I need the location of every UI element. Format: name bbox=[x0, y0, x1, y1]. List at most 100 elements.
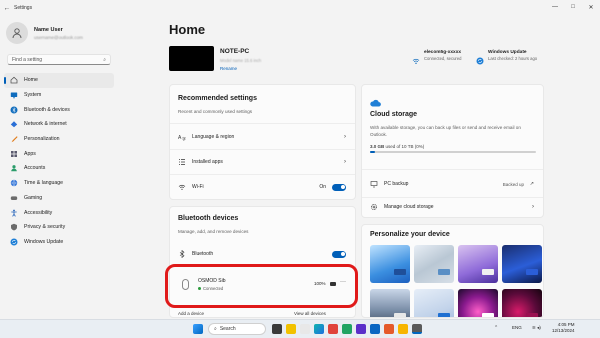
cloud-icon bbox=[370, 94, 381, 112]
sidebar-item-gaming[interactable]: Gaming bbox=[4, 191, 114, 206]
sidebar-item-personalization[interactable]: Personalization bbox=[4, 132, 114, 147]
user-profile[interactable]: Name User username@outlook.com bbox=[6, 22, 83, 44]
sidebar-item-label: Apps bbox=[24, 150, 36, 157]
svg-text:字: 字 bbox=[182, 136, 186, 142]
theme-thumbnail[interactable] bbox=[414, 289, 454, 317]
backup-icon bbox=[370, 180, 378, 188]
highlight-annotation bbox=[165, 264, 358, 308]
divider bbox=[170, 149, 355, 150]
title-bar: ← Settings bbox=[0, 0, 600, 16]
sidebar-item-label: System bbox=[24, 92, 42, 99]
sidebar-item-label: Accessibility bbox=[24, 209, 53, 216]
external-link-icon: ↗ bbox=[529, 181, 534, 187]
window-controls: — □ ✕ bbox=[546, 0, 600, 14]
chevron-right-icon: › bbox=[344, 159, 346, 165]
app-icon[interactable] bbox=[342, 324, 352, 334]
cloud-usage-bar bbox=[370, 151, 536, 153]
language-region-label: Language & region bbox=[192, 134, 235, 140]
manage-cloud-row[interactable]: Manage cloud storage › bbox=[370, 198, 538, 216]
teams-icon[interactable] bbox=[356, 324, 366, 334]
theme-thumbnail[interactable] bbox=[502, 289, 542, 317]
system-icon bbox=[10, 91, 18, 99]
page-title: Home bbox=[169, 22, 206, 37]
tray-chevron-icon[interactable]: ⌃ bbox=[494, 325, 498, 331]
wifi-toggle[interactable] bbox=[332, 183, 346, 191]
network-icon bbox=[10, 120, 18, 128]
sidebar-item-privacy-security[interactable]: Privacy & security bbox=[4, 220, 114, 235]
task-view-icon[interactable] bbox=[272, 324, 282, 334]
clock-time: 4:05 PM bbox=[557, 322, 575, 327]
sidebar-item-apps[interactable]: Apps bbox=[4, 146, 114, 161]
widgets-icon[interactable] bbox=[300, 324, 310, 334]
app-icon[interactable] bbox=[328, 324, 338, 334]
chevron-right-icon: › bbox=[532, 204, 534, 210]
accessibility-icon bbox=[10, 209, 18, 217]
sidebar-item-home[interactable]: Home bbox=[4, 73, 114, 88]
outlook-icon[interactable] bbox=[370, 324, 380, 334]
sidebar-item-label: Personalization bbox=[24, 136, 60, 143]
theme-thumbnail[interactable] bbox=[414, 245, 454, 283]
cloud-usage-amount: 3.0 GB bbox=[370, 144, 385, 149]
wifi-icon bbox=[412, 52, 420, 64]
settings-taskbar-icon[interactable] bbox=[412, 324, 422, 334]
recommended-settings-card: Recommended settings Recent and commonly… bbox=[169, 84, 356, 200]
store-icon[interactable] bbox=[398, 324, 408, 334]
cloud-usage-detail: used of 10 TB (0%) bbox=[385, 144, 425, 149]
personalize-card: Personalize your device bbox=[361, 224, 544, 318]
taskbar-search[interactable]: ⌕ Search bbox=[208, 323, 266, 335]
home-icon bbox=[10, 76, 18, 84]
minimize-button[interactable]: — bbox=[546, 0, 564, 14]
sidebar-item-label: Gaming bbox=[24, 194, 43, 201]
search-input[interactable] bbox=[12, 56, 104, 63]
gaming-icon bbox=[10, 194, 18, 202]
theme-thumbnail[interactable] bbox=[502, 245, 542, 283]
sidebar-item-bluetooth-devices[interactable]: Bluetooth & devices bbox=[4, 102, 114, 117]
cloud-usage-fill bbox=[370, 151, 375, 153]
back-button[interactable]: ← bbox=[0, 5, 14, 12]
office-icon[interactable] bbox=[384, 324, 394, 334]
wifi-status[interactable]: elecom5g-xxxxx Connected, secured bbox=[412, 50, 462, 64]
clock[interactable]: 4:05 PM 12/13/2024 bbox=[552, 322, 575, 334]
sidebar: Name User username@outlook.com ⌕ Home Sys… bbox=[0, 16, 122, 318]
taskbar-search-label: Search bbox=[219, 326, 236, 332]
maximize-button[interactable]: □ bbox=[564, 0, 582, 14]
user-name: Name User bbox=[34, 26, 63, 33]
language-region-row[interactable]: A字 Language & region › bbox=[178, 128, 350, 146]
view-devices-partial[interactable]: View all devices bbox=[294, 311, 326, 316]
sidebar-item-label: Network & internet bbox=[24, 121, 67, 128]
wifi-toggle-state: On bbox=[319, 184, 326, 190]
file-explorer-icon[interactable] bbox=[286, 324, 296, 334]
edge-icon[interactable] bbox=[314, 324, 324, 334]
shield-icon bbox=[10, 223, 18, 231]
language-indicator[interactable]: ENG bbox=[512, 325, 522, 330]
sidebar-item-label: Privacy & security bbox=[24, 224, 66, 231]
theme-thumbnail[interactable] bbox=[458, 245, 498, 283]
sidebar-item-windows-update[interactable]: Windows Update bbox=[4, 235, 114, 250]
bluetooth-toggle[interactable] bbox=[332, 250, 346, 258]
theme-thumbnail[interactable] bbox=[458, 289, 498, 317]
theme-thumbnail[interactable] bbox=[370, 289, 410, 317]
sidebar-item-accounts[interactable]: Accounts bbox=[4, 161, 114, 176]
wifi-tray-icon[interactable]: ≋ ◂) bbox=[532, 325, 541, 331]
wifi-network-name: elecom5g-xxxxx bbox=[424, 50, 462, 55]
pc-backup-row[interactable]: PC backup Backed up ↗ bbox=[370, 175, 538, 193]
update-status[interactable]: Windows Update Last checked: 2 hours ago bbox=[476, 50, 537, 65]
sidebar-item-network-internet[interactable]: Network & internet bbox=[4, 117, 114, 132]
wifi-row[interactable]: Wi-Fi On bbox=[178, 178, 350, 196]
settings-search[interactable]: ⌕ bbox=[7, 54, 111, 65]
theme-thumbnail[interactable] bbox=[370, 245, 410, 283]
sidebar-item-label: Home bbox=[24, 77, 38, 84]
search-icon: ⌕ bbox=[214, 326, 217, 332]
globe-icon bbox=[10, 179, 18, 187]
close-button[interactable]: ✕ bbox=[582, 0, 600, 14]
update-icon bbox=[476, 52, 484, 65]
installed-apps-row[interactable]: Installed apps › bbox=[178, 153, 350, 171]
sidebar-item-system[interactable]: System bbox=[4, 88, 114, 103]
bluetooth-toggle-row[interactable]: Bluetooth bbox=[178, 247, 350, 261]
brush-icon bbox=[10, 135, 18, 143]
sidebar-item-accessibility[interactable]: Accessibility bbox=[4, 205, 114, 220]
start-button[interactable] bbox=[193, 324, 203, 334]
rename-link[interactable]: Rename bbox=[220, 66, 237, 71]
add-device-partial[interactable]: Add a device bbox=[178, 311, 204, 316]
sidebar-item-time-language[interactable]: Time & language bbox=[4, 176, 114, 191]
